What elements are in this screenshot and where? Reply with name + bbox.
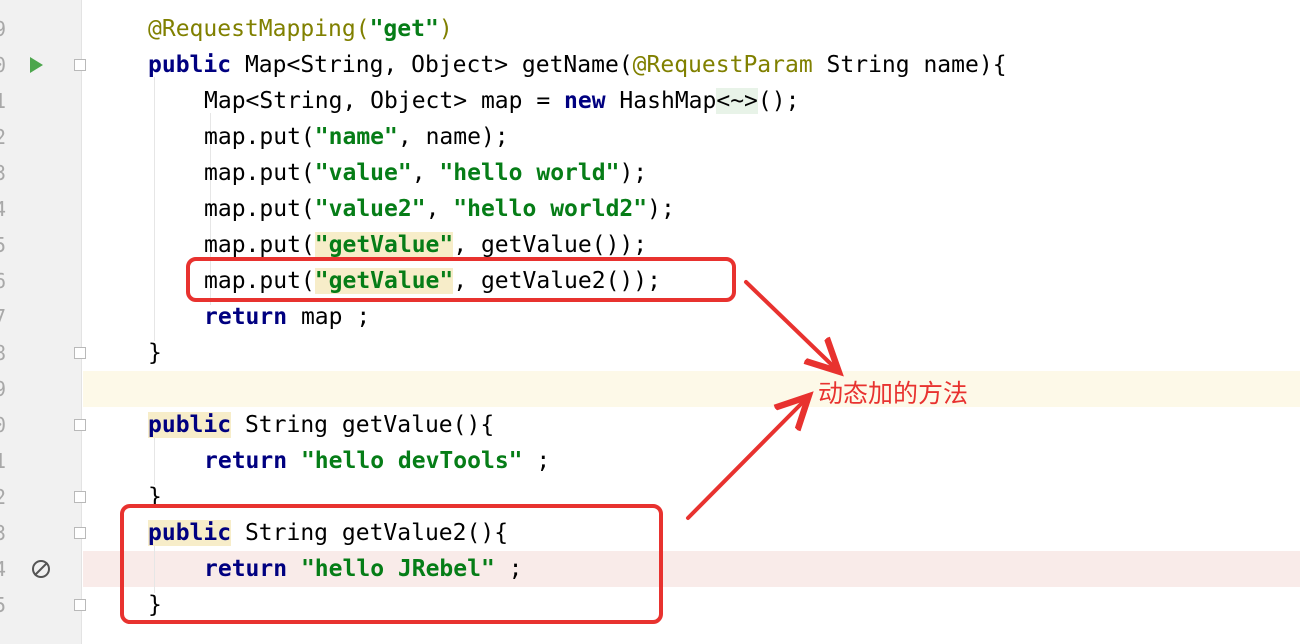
arrow-from-method	[686, 402, 803, 520]
fold-icon[interactable]	[74, 527, 86, 539]
fold-icon[interactable]	[74, 59, 86, 71]
fold-icon[interactable]	[74, 347, 86, 359]
fold-icon[interactable]	[74, 419, 86, 431]
arrow-from-call	[744, 280, 833, 366]
fold-icon[interactable]	[74, 599, 86, 611]
fold-icon[interactable]	[74, 491, 86, 503]
annotation-arrows	[686, 280, 1300, 520]
